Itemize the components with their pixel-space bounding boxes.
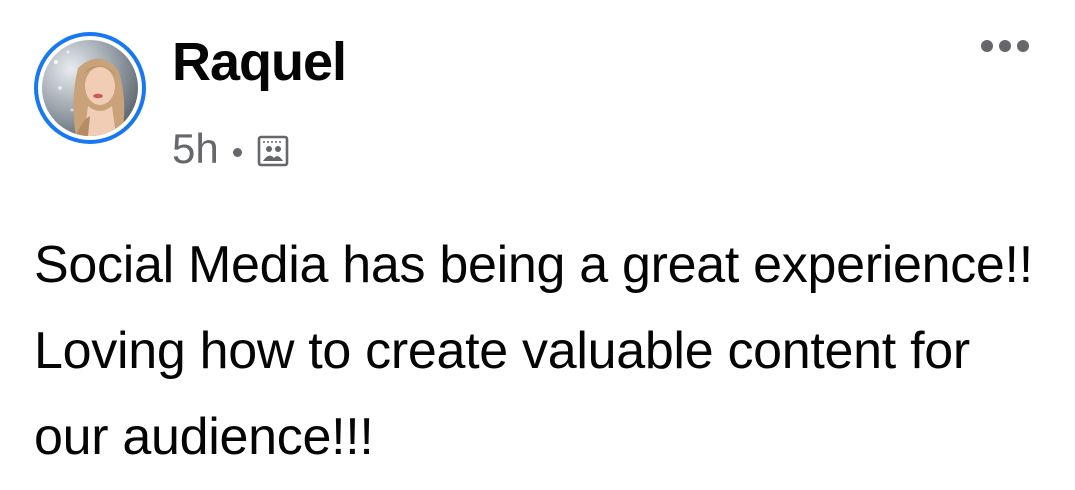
author-name[interactable]: Raquel (172, 30, 347, 95)
photo-album-icon[interactable] (256, 134, 290, 168)
post-body: Social Media has being a great experienc… (34, 236, 1033, 466)
post-card: Raquel 5h Social Media has being a great… (0, 0, 1075, 490)
avatar-border (38, 36, 142, 140)
more-options-icon[interactable] (972, 26, 1038, 66)
timestamp[interactable]: 5h (172, 128, 219, 170)
avatar-photo (42, 40, 138, 136)
separator-dot (232, 147, 242, 157)
avatar-image (42, 40, 138, 136)
avatar[interactable] (34, 32, 146, 144)
post-meta: 5h (172, 122, 290, 176)
